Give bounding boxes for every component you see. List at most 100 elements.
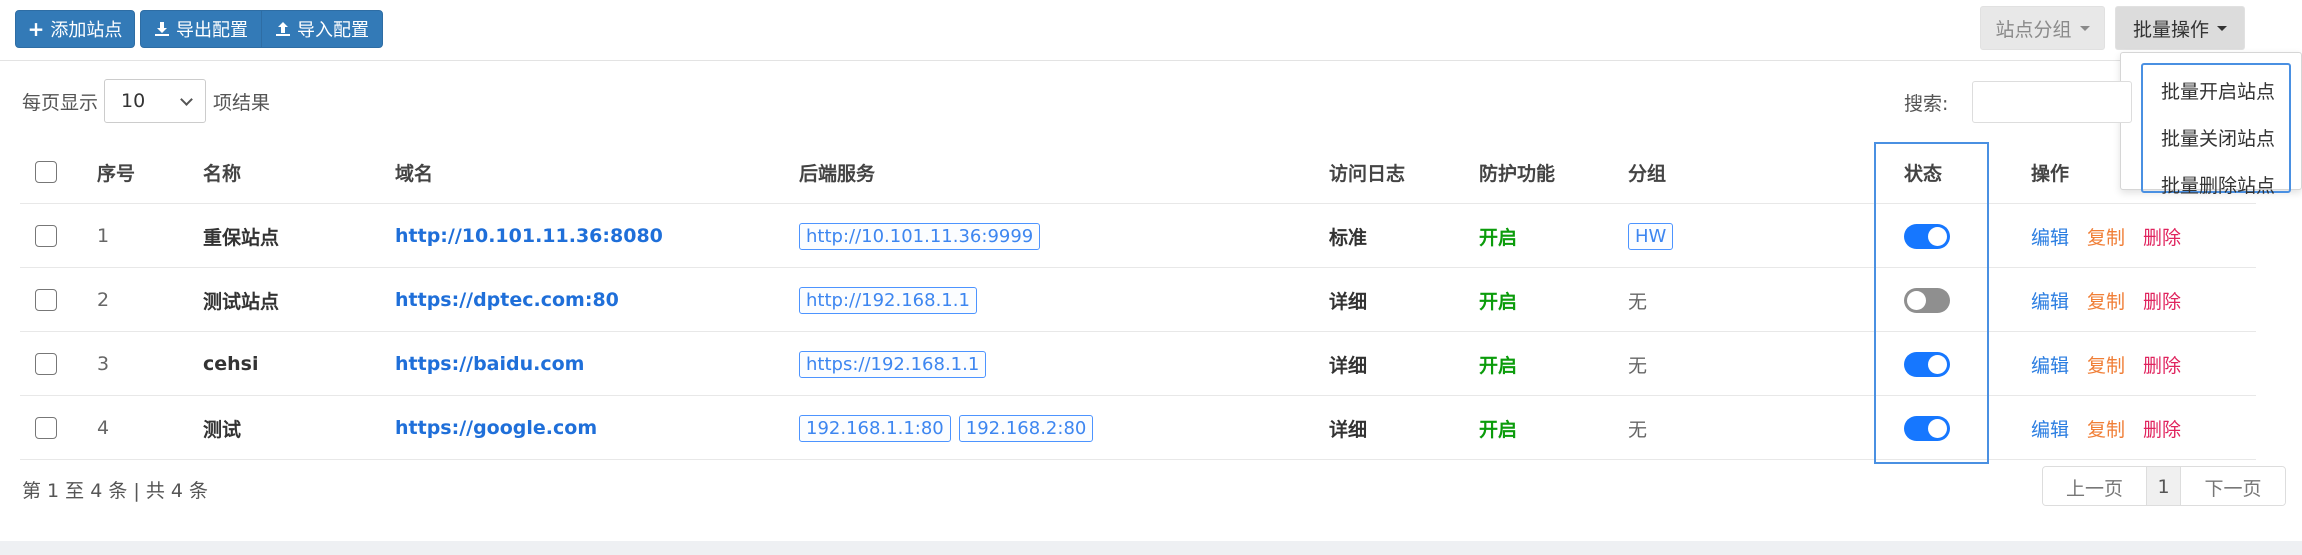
row-domain-link[interactable]: http://10.101.11.36:8080 [395,204,663,268]
row-checkbox[interactable] [35,289,57,311]
delete-link[interactable]: 删除 [2143,351,2181,378]
row-checkbox-cell [35,268,57,332]
row-access-log: 详细 [1329,418,1368,441]
row-domain-link[interactable]: https://baidu.com [395,332,584,396]
export-config-button[interactable]: 导出配置 [140,10,262,48]
row-checkbox-cell [35,204,57,268]
table-info: 第 1 至 4 条 | 共 4 条 [22,480,208,502]
group-tag: HW [1628,222,1674,250]
batch-enable-sites-item[interactable]: 批量开启站点 [2143,77,2293,104]
column-header-access-log: 访问日志 [1329,162,1406,185]
row-actions: 编辑 复制 删除 [2031,332,2181,396]
column-header-group: 分组 [1628,162,1667,185]
row-group: 无 [1628,354,1648,377]
column-header-domain: 域名 [395,162,434,185]
download-icon [155,22,169,36]
status-toggle[interactable] [1904,415,1950,441]
column-header-actions: 操作 [2031,162,2070,185]
table-row: 2 测试站点 https://dptec.com:80 http://192.1… [20,268,2256,332]
add-site-button[interactable]: + 添加站点 [15,10,135,48]
batch-action-dropdown-button[interactable]: 批量操作 [2115,6,2245,50]
row-checkbox[interactable] [35,225,57,247]
row-protection: 开启 [1479,418,1518,441]
row-name: 重保站点 [203,226,280,249]
copy-link[interactable]: 复制 [2087,287,2125,314]
select-all-checkbox[interactable] [35,161,57,183]
row-domain-link[interactable]: https://google.com [395,396,597,460]
page-length-select[interactable]: 10 [104,79,206,123]
table-row: 4 测试 https://google.com 192.168.1.1:80 1… [20,396,2256,460]
status-toggle[interactable] [1904,287,1950,313]
table-row: 1 重保站点 http://10.101.11.36:8080 http://1… [20,204,2256,268]
upload-icon [276,22,290,36]
row-name: 测试站点 [203,290,280,313]
row-domain-link[interactable]: https://dptec.com:80 [395,268,619,332]
edit-link[interactable]: 编辑 [2031,223,2069,250]
page-length-suffix: 项结果 [213,92,271,114]
search-input[interactable] [1972,81,2132,123]
caret-down-icon [2079,25,2090,31]
row-backends: 192.168.1.1:80 192.168.2:80 [799,396,1101,460]
row-status [1904,396,1950,460]
row-name: 测试 [203,418,242,441]
page-length-prefix: 每页显示 [22,92,99,114]
chevron-down-icon [180,93,193,106]
column-header-no: 序号 [97,162,136,185]
row-checkbox[interactable] [35,417,57,439]
delete-link[interactable]: 删除 [2143,287,2181,314]
row-protection: 开启 [1479,226,1518,249]
table-row: 3 cehsi https://baidu.com https://192.16… [20,332,2256,396]
delete-link[interactable]: 删除 [2143,415,2181,442]
export-config-label: 导出配置 [176,20,248,41]
copy-link[interactable]: 复制 [2087,415,2125,442]
site-group-label: 站点分组 [1995,18,2072,41]
row-no: 3 [97,353,110,375]
row-no: 1 [97,225,110,247]
plus-icon: + [27,17,45,41]
row-status [1904,204,1950,268]
row-actions: 编辑 复制 删除 [2031,204,2181,268]
row-access-log: 标准 [1329,226,1368,249]
select-all-cell [35,140,57,204]
add-site-label: 添加站点 [50,20,123,41]
copy-link[interactable]: 复制 [2087,351,2125,378]
prev-page-button[interactable]: 上一页 [2043,467,2147,505]
footer-band [0,541,2302,555]
pagination: 上一页 1 下一页 [2042,466,2286,506]
toggle-knob [1928,354,1947,374]
column-header-backend: 后端服务 [799,162,876,185]
page-length-value: 10 [121,90,146,112]
row-access-log: 详细 [1329,354,1368,377]
batch-action-label: 批量操作 [2132,18,2209,41]
caret-down-icon [2217,25,2227,31]
row-group: 无 [1628,290,1648,313]
import-config-label: 导入配置 [297,20,369,41]
site-group-dropdown-button[interactable]: 站点分组 [1980,6,2105,50]
row-actions: 编辑 复制 删除 [2031,268,2181,332]
row-checkbox[interactable] [35,353,57,375]
edit-link[interactable]: 编辑 [2031,415,2069,442]
delete-link[interactable]: 删除 [2143,223,2181,250]
edit-link[interactable]: 编辑 [2031,287,2069,314]
row-status [1904,268,1950,332]
page-1-button[interactable]: 1 [2147,467,2181,505]
status-toggle[interactable] [1904,223,1950,249]
toolbar: + 添加站点 导出配置 导入配置 站点分组 批量操作 [0,0,2302,61]
toggle-knob [1907,290,1926,310]
row-actions: 编辑 复制 删除 [2031,396,2181,460]
copy-link[interactable]: 复制 [2087,223,2125,250]
status-toggle[interactable] [1904,351,1950,377]
row-group: 无 [1628,418,1648,441]
next-page-button[interactable]: 下一页 [2181,467,2285,505]
row-status [1904,332,1950,396]
search-label: 搜索: [1904,93,1949,115]
row-no: 2 [97,289,110,311]
row-checkbox-cell [35,396,57,460]
edit-link[interactable]: 编辑 [2031,351,2069,378]
row-backends: https://192.168.1.1 [799,332,994,396]
backend-tag: 192.168.2:80 [958,414,1094,442]
table-header-row: 序号 名称 域名 后端服务 访问日志 防护功能 分组 状态 操作 [20,140,2256,204]
import-config-button[interactable]: 导入配置 [261,10,383,48]
backend-tag: http://192.168.1.1 [799,286,977,314]
row-group: HW [1628,204,1681,268]
